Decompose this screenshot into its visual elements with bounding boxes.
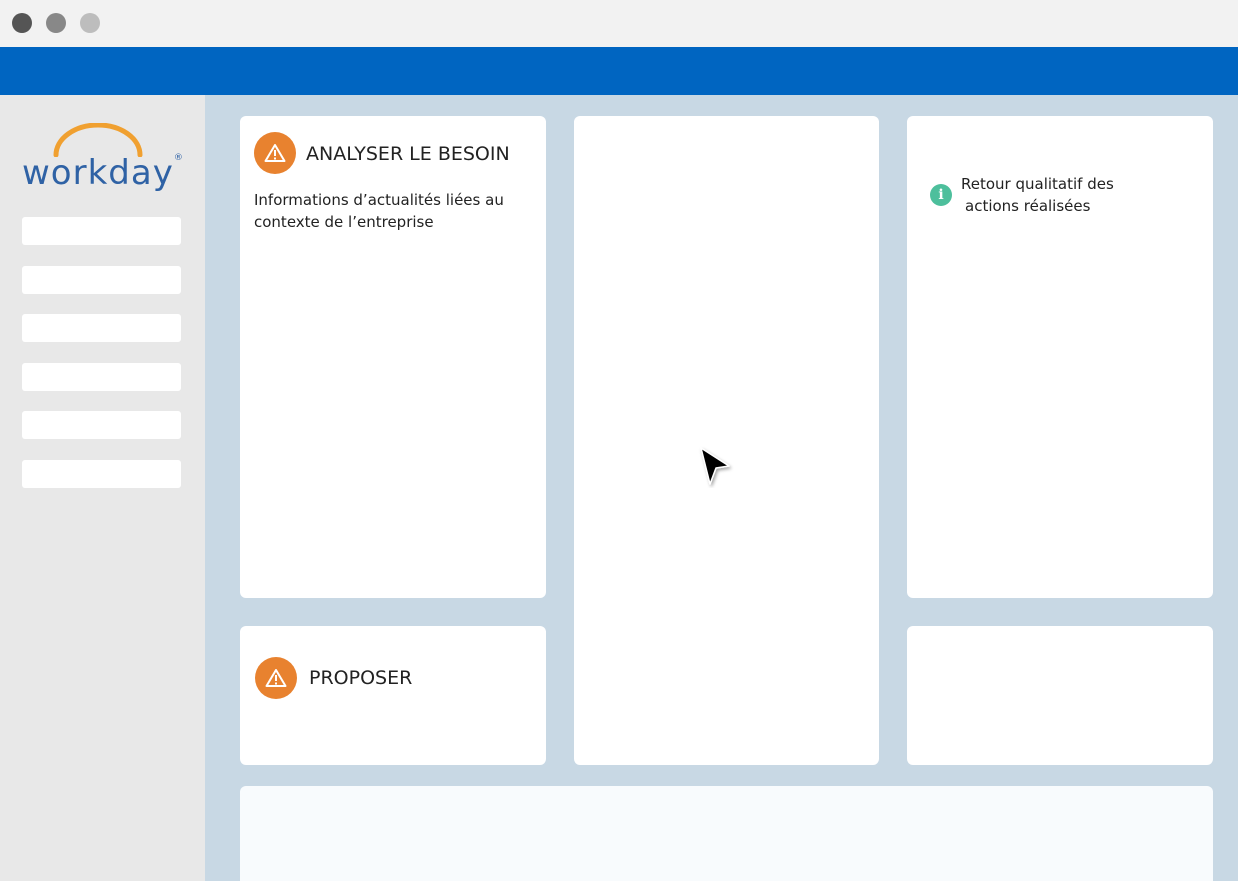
logo-wordmark: workday® xyxy=(22,153,184,193)
sidebar-item-4[interactable] xyxy=(22,363,181,391)
sidebar-item-5[interactable] xyxy=(22,411,181,439)
window-titlebar xyxy=(0,0,1238,47)
info-icon: i xyxy=(930,184,952,206)
warning-icon xyxy=(254,132,296,174)
card-bottom-right[interactable] xyxy=(907,626,1213,765)
sidebar-item-2[interactable] xyxy=(22,266,181,294)
card-title: PROPOSER xyxy=(309,667,413,689)
sidebar-item-3[interactable] xyxy=(22,314,181,342)
sidebar-item-6[interactable] xyxy=(22,460,181,488)
logo-arc-icon xyxy=(53,123,143,157)
window-maximize-button[interactable] xyxy=(80,13,100,33)
card-proposer[interactable]: PROPOSER xyxy=(240,626,546,765)
window-close-button[interactable] xyxy=(12,13,32,33)
card-description: Retour qualitatif des actions réalisées xyxy=(961,175,1114,215)
card-title: ANALYSER LE BESOIN xyxy=(306,143,510,165)
card-bottom-wide[interactable] xyxy=(240,786,1213,881)
workday-logo[interactable]: workday® xyxy=(18,123,188,195)
mouse-cursor-icon xyxy=(700,447,730,485)
warning-icon xyxy=(255,657,297,699)
window-minimize-button[interactable] xyxy=(46,13,66,33)
sidebar-item-1[interactable] xyxy=(22,217,181,245)
sidebar: workday® xyxy=(0,95,205,881)
card-retour-qualitatif[interactable]: i Retour qualitatif des actions réalisée… xyxy=(907,116,1213,598)
app-header-bar xyxy=(0,47,1238,95)
card-center[interactable] xyxy=(574,116,879,765)
card-analyser-le-besoin[interactable]: ANALYSER LE BESOIN Informations d’actual… xyxy=(240,116,546,598)
card-description: Informations d’actualités liées au conte… xyxy=(254,191,504,231)
